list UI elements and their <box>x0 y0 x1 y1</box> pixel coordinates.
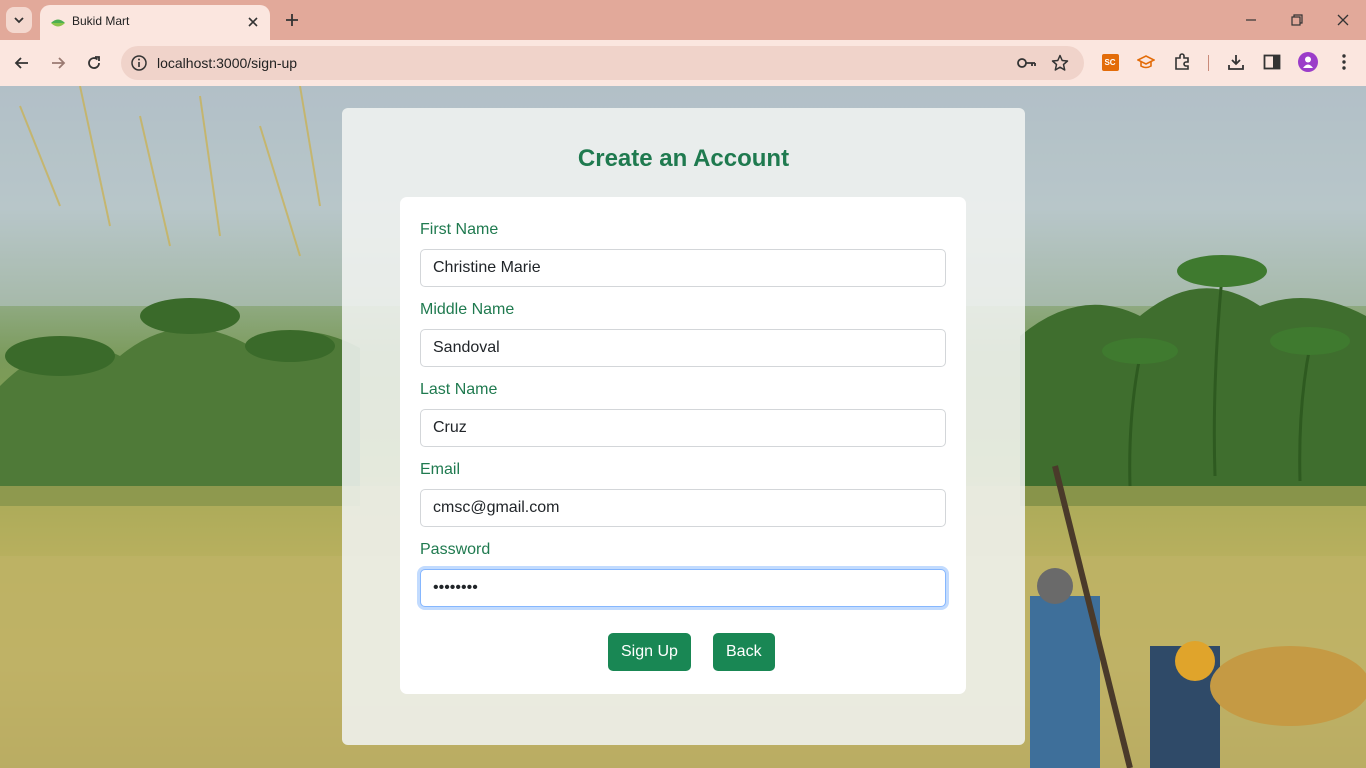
first-name-label: First Name <box>420 221 499 238</box>
arrow-right-icon <box>52 57 66 69</box>
plus-icon <box>286 14 298 26</box>
restore-button[interactable] <box>1274 0 1320 40</box>
arrow-left-icon <box>14 57 28 69</box>
address-bar[interactable]: localhost:3000/sign-up <box>121 46 1084 80</box>
new-tab-button[interactable] <box>281 9 303 31</box>
back-button[interactable]: Back <box>713 633 775 671</box>
bookmark-star-icon[interactable] <box>1050 53 1070 73</box>
password-key-icon[interactable] <box>1017 53 1037 73</box>
tab-search-button[interactable] <box>6 7 32 33</box>
email-label: Email <box>420 461 461 478</box>
first-name-input[interactable] <box>420 249 946 287</box>
forward-nav-button[interactable] <box>44 49 72 77</box>
close-window-button[interactable] <box>1320 0 1366 40</box>
back-nav-button[interactable] <box>8 49 36 77</box>
minimize-button[interactable] <box>1228 0 1274 40</box>
browser-tab-strip: Bukid Mart <box>0 0 1366 40</box>
page-title: Create an Account <box>577 145 790 172</box>
url-text[interactable]: localhost:3000/sign-up <box>157 55 297 71</box>
downloads-icon[interactable] <box>1225 51 1247 73</box>
browser-tab[interactable]: Bukid Mart <box>40 5 270 40</box>
extension-graduation-cap-icon[interactable] <box>1135 51 1157 73</box>
extensions-puzzle-icon[interactable] <box>1171 51 1193 73</box>
minimize-icon <box>1246 19 1256 21</box>
tab-close-button[interactable] <box>244 13 262 31</box>
extension-sc-icon[interactable]: SC <box>1099 51 1121 73</box>
reload-button[interactable] <box>80 49 108 77</box>
password-label: Password <box>420 541 491 558</box>
middle-name-input[interactable] <box>420 329 946 367</box>
middle-name-label: Middle Name <box>420 301 515 318</box>
browser-menu-icon[interactable] <box>1333 51 1355 73</box>
signup-form: First Name Middle Name Last Name Email P… <box>400 197 966 694</box>
profile-avatar[interactable] <box>1298 52 1318 72</box>
signup-card: Create an Account First Name Middle Name… <box>342 108 1025 745</box>
user-icon <box>1303 56 1313 68</box>
toolbar-separator <box>1208 55 1209 71</box>
password-input[interactable] <box>420 569 946 607</box>
extension-sc-label: SC <box>1101 53 1119 71</box>
side-panel-icon[interactable] <box>1261 51 1283 73</box>
page-background: Create an Account First Name Middle Name… <box>0 86 1366 768</box>
last-name-label: Last Name <box>420 381 498 398</box>
browser-toolbar: localhost:3000/sign-up SC <box>0 40 1366 86</box>
email-input[interactable] <box>420 489 946 527</box>
reload-icon <box>88 56 100 69</box>
close-icon <box>248 17 258 27</box>
site-info-icon[interactable] <box>130 54 148 72</box>
restore-icon <box>1291 14 1303 26</box>
sign-up-button[interactable]: Sign Up <box>608 633 691 671</box>
tab-title: Bukid Mart <box>72 14 130 28</box>
chevron-down-icon <box>14 17 24 24</box>
bukid-mart-favicon-icon <box>51 19 65 27</box>
close-icon <box>1337 14 1349 26</box>
last-name-input[interactable] <box>420 409 946 447</box>
